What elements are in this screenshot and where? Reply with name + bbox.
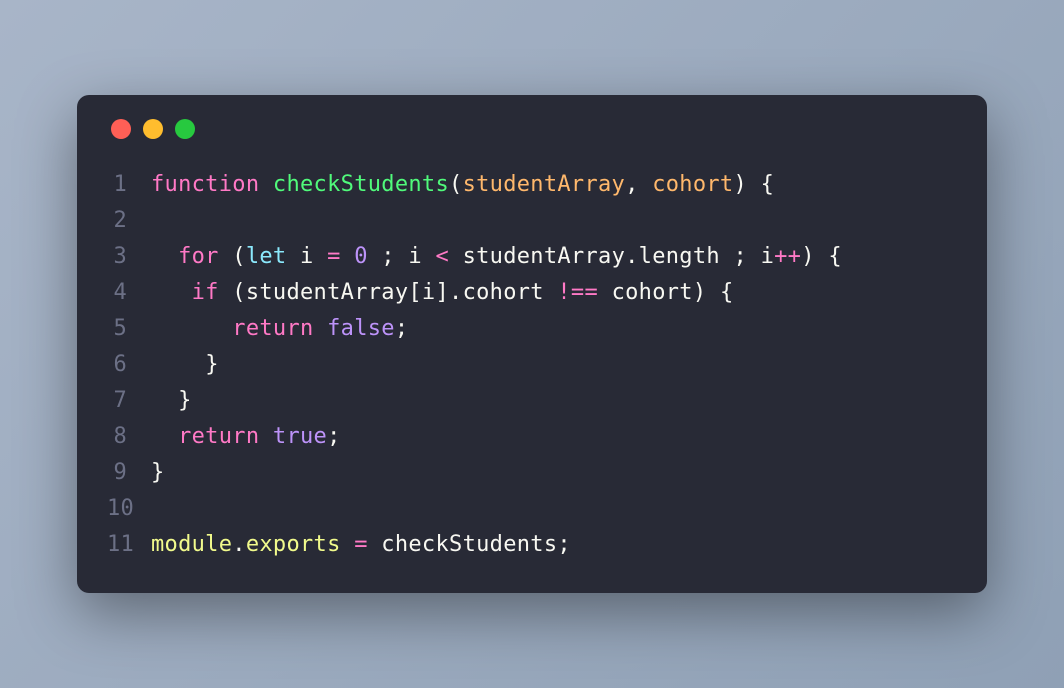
var: i xyxy=(300,244,314,269)
prop: cohort xyxy=(463,280,544,305)
keyword: let xyxy=(246,244,287,269)
ident: checkStudents xyxy=(381,532,557,557)
line-number: 9 xyxy=(107,455,151,491)
line-content: for (let i = 0 ; i < studentArray.length… xyxy=(151,239,842,275)
keyword: for xyxy=(178,244,219,269)
punct: ( xyxy=(232,244,246,269)
var: i xyxy=(761,244,775,269)
line-content: } xyxy=(151,455,165,491)
keyword: return xyxy=(178,424,259,449)
punct: ; xyxy=(734,244,748,269)
code-line: 4 if (studentArray[i].cohort !== cohort)… xyxy=(107,275,957,311)
line-content: return false; xyxy=(151,311,408,347)
operator: ++ xyxy=(774,244,801,269)
operator: !== xyxy=(557,280,598,305)
punct: { xyxy=(828,244,842,269)
line-content: module.exports = checkStudents; xyxy=(151,527,571,563)
code-area[interactable]: 1 function checkStudents(studentArray, c… xyxy=(107,167,957,563)
line-content: return true; xyxy=(151,419,341,455)
param: cohort xyxy=(652,172,733,197)
operator: = xyxy=(327,244,341,269)
boolean: true xyxy=(273,424,327,449)
line-number: 11 xyxy=(107,527,151,563)
line-content: if (studentArray[i].cohort !== cohort) { xyxy=(151,275,734,311)
var: i xyxy=(408,244,422,269)
punct: ( xyxy=(232,280,246,305)
code-line: 11 module.exports = checkStudents; xyxy=(107,527,957,563)
punct: ; xyxy=(327,424,341,449)
prop: length xyxy=(639,244,720,269)
line-number: 8 xyxy=(107,419,151,455)
punct: ; xyxy=(557,532,571,557)
code-line: 8 return true; xyxy=(107,419,957,455)
keyword: function xyxy=(151,172,259,197)
punct: ; xyxy=(381,244,395,269)
var: studentArray xyxy=(246,280,409,305)
ident: exports xyxy=(246,532,341,557)
line-content: } xyxy=(151,383,192,419)
param: studentArray xyxy=(463,172,626,197)
minimize-icon[interactable] xyxy=(143,119,163,139)
var: studentArray xyxy=(463,244,626,269)
punct: } xyxy=(151,460,165,485)
punct: ] xyxy=(435,280,449,305)
line-number: 5 xyxy=(107,311,151,347)
punct: ) xyxy=(801,244,815,269)
line-number: 4 xyxy=(107,275,151,311)
line-number: 10 xyxy=(107,491,151,527)
close-icon[interactable] xyxy=(111,119,131,139)
var: cohort xyxy=(612,280,693,305)
code-line: 5 return false; xyxy=(107,311,957,347)
code-line: 10 xyxy=(107,491,957,527)
punct: ) xyxy=(733,172,747,197)
window-controls xyxy=(107,119,957,139)
punct: { xyxy=(720,280,734,305)
line-number: 1 xyxy=(107,167,151,203)
punct: ; xyxy=(395,316,409,341)
boolean: false xyxy=(327,316,395,341)
line-content: } xyxy=(151,347,219,383)
keyword: if xyxy=(192,280,219,305)
punct: . xyxy=(449,280,463,305)
function-name: checkStudents xyxy=(273,172,449,197)
operator: < xyxy=(435,244,449,269)
ident: module xyxy=(151,532,232,557)
code-line: 9 } xyxy=(107,455,957,491)
maximize-icon[interactable] xyxy=(175,119,195,139)
operator: = xyxy=(354,532,368,557)
code-editor-window: 1 function checkStudents(studentArray, c… xyxy=(77,95,987,593)
punct: ( xyxy=(449,172,463,197)
number: 0 xyxy=(354,244,368,269)
punct: , xyxy=(625,172,639,197)
code-line: 2 xyxy=(107,203,957,239)
punct: ) xyxy=(693,280,707,305)
var: i xyxy=(422,280,436,305)
code-line: 6 } xyxy=(107,347,957,383)
code-line: 3 for (let i = 0 ; i < studentArray.leng… xyxy=(107,239,957,275)
line-number: 3 xyxy=(107,239,151,275)
line-number: 2 xyxy=(107,203,151,239)
punct: [ xyxy=(408,280,422,305)
punct: } xyxy=(205,352,219,377)
punct: . xyxy=(625,244,639,269)
code-line: 7 } xyxy=(107,383,957,419)
line-number: 6 xyxy=(107,347,151,383)
line-content: function checkStudents(studentArray, coh… xyxy=(151,167,774,203)
line-number: 7 xyxy=(107,383,151,419)
keyword: return xyxy=(232,316,313,341)
punct: { xyxy=(761,172,775,197)
punct: . xyxy=(232,532,246,557)
code-line: 1 function checkStudents(studentArray, c… xyxy=(107,167,957,203)
punct: } xyxy=(178,388,192,413)
